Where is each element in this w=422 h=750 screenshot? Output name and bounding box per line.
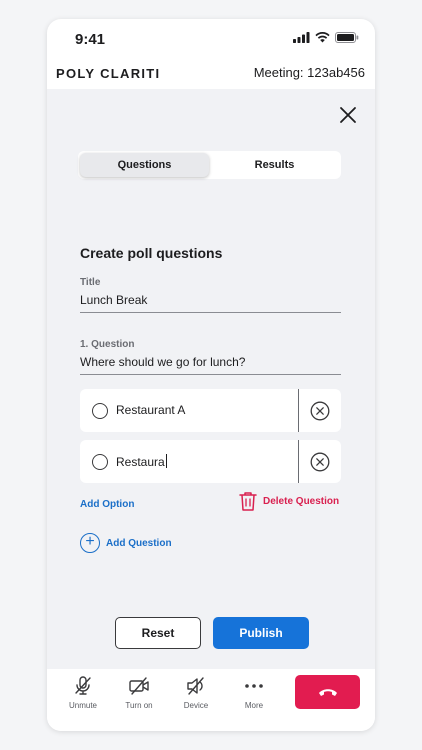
publish-button[interactable]: Publish — [213, 617, 309, 649]
status-time: 9:41 — [75, 31, 106, 48]
speaker-off-icon — [187, 677, 204, 695]
option-divider — [298, 389, 299, 432]
option-radio[interactable] — [92, 403, 108, 419]
text-cursor — [165, 454, 167, 468]
phone-screen: 9:41 POLY CLARITI Meeting: 123ab456 Ques… — [47, 19, 375, 731]
delete-question-label: Delete Question — [263, 495, 340, 507]
app-header: POLY CLARITI Meeting: 123ab456 — [47, 63, 375, 87]
unmute-button[interactable]: Unmute — [58, 675, 108, 721]
video-off-icon — [129, 677, 149, 695]
delete-question-button[interactable]: Delete Question — [239, 491, 339, 511]
add-question-label: Add Question — [106, 537, 172, 549]
tab-questions[interactable]: Questions — [80, 153, 209, 177]
remove-circle-icon — [310, 401, 330, 421]
tab-results[interactable]: Results — [209, 151, 340, 179]
device-button[interactable]: Device — [171, 675, 221, 721]
title-label: Title — [80, 277, 101, 288]
signal-icon — [293, 32, 310, 43]
brand-logo: POLY CLARITI — [56, 66, 161, 81]
option-row: Restaura — [80, 440, 341, 483]
reset-button[interactable]: Reset — [115, 617, 201, 649]
meeting-id: Meeting: 123ab456 — [253, 65, 365, 80]
option-field-text: Restaura — [116, 455, 165, 469]
video-label: Turn on — [125, 701, 153, 710]
question-field[interactable]: Where should we go for lunch? — [80, 353, 341, 375]
close-button[interactable] — [337, 104, 359, 126]
mic-off-icon — [75, 676, 91, 695]
poll-panel: Questions Results Create poll questions … — [47, 89, 375, 675]
option-divider — [298, 440, 299, 483]
call-toolbar: Unmute Turn on Device More — [47, 669, 375, 731]
section-title: Create poll questions — [80, 245, 223, 261]
remove-option-button[interactable] — [310, 452, 330, 472]
wifi-icon — [315, 32, 330, 43]
plus-icon: + — [80, 533, 100, 553]
video-button[interactable]: Turn on — [114, 675, 164, 721]
remove-circle-icon — [310, 452, 330, 472]
status-icons — [293, 32, 359, 43]
status-bar: 9:41 — [47, 19, 375, 59]
end-call-button[interactable] — [295, 675, 360, 709]
battery-icon — [335, 32, 359, 43]
option-field[interactable]: Restaura — [116, 454, 167, 469]
option-radio[interactable] — [92, 454, 108, 470]
add-question-button[interactable]: + Add Question — [80, 533, 172, 553]
more-icon — [245, 684, 263, 688]
close-icon — [340, 107, 356, 123]
option-field[interactable]: Restaurant A — [116, 403, 185, 417]
question-label: 1. Question — [80, 339, 135, 350]
more-label: More — [244, 701, 264, 710]
more-button[interactable]: More — [229, 675, 279, 721]
end-call-icon — [318, 689, 337, 696]
title-field[interactable]: Lunch Break — [80, 291, 341, 313]
option-row: Restaurant A — [80, 389, 341, 432]
device-label: Device — [183, 701, 209, 710]
remove-option-button[interactable] — [310, 401, 330, 421]
add-option-link[interactable]: Add Option — [80, 499, 134, 510]
segmented-control: Questions Results — [78, 151, 341, 179]
unmute-label: Unmute — [68, 701, 97, 710]
trash-icon — [239, 492, 257, 511]
